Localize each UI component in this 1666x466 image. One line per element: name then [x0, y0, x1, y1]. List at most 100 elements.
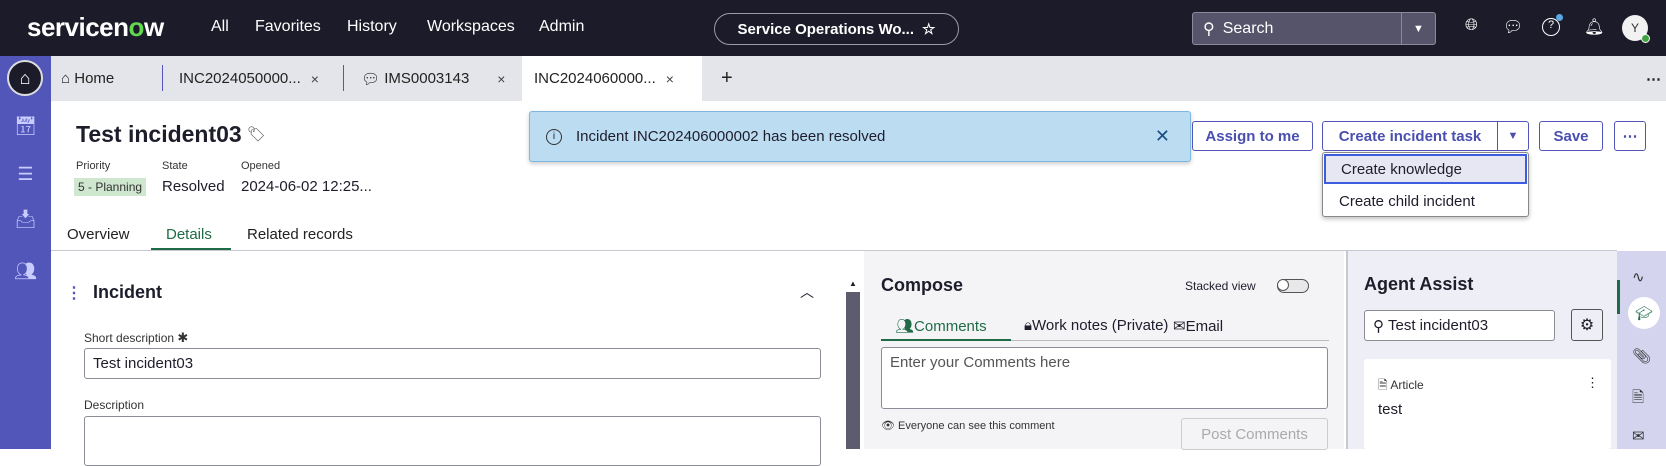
nav-workspaces[interactable]: Workspaces	[427, 18, 515, 36]
menu-item-create-child-incident[interactable]: Create child incident	[1324, 186, 1527, 216]
workspace-pill[interactable]: Service Operations Wo... ☆	[714, 13, 959, 45]
active-rail-indicator	[1617, 280, 1620, 314]
create-incident-task-button[interactable]: Create incident task	[1322, 121, 1498, 151]
description-textarea[interactable]	[84, 416, 821, 466]
document-icon: 🗎	[1378, 378, 1391, 392]
avatar[interactable]: Y	[1622, 15, 1650, 43]
tab-overflow-button[interactable]: ⋯	[1646, 56, 1661, 101]
article-title[interactable]: test	[1378, 401, 1402, 418]
tag-icon[interactable]: 🏷︎	[247, 125, 266, 143]
search-dropdown-icon[interactable]: ▼	[1401, 13, 1435, 44]
tab-label: Work notes (Private)	[1031, 317, 1169, 334]
tab-label: INC2024050000...	[179, 70, 301, 87]
tab-bar: ⌂ Home INC2024050000... × 💬︎ IMS0003143 × …	[51, 56, 1666, 101]
close-icon[interactable]: ×	[497, 71, 505, 87]
scroll-up-icon[interactable]: ▲	[849, 279, 857, 288]
nav-history[interactable]: History	[347, 18, 397, 36]
tab-comments[interactable]: 👥︎Comments	[895, 317, 987, 335]
collapse-chevron-icon[interactable]: ︿	[800, 282, 814, 302]
article-card[interactable]: 🗎 Article ⋮ test	[1364, 359, 1611, 449]
opened-label: Opened	[241, 160, 281, 172]
close-icon[interactable]: ✕	[1155, 126, 1170, 147]
agent-assist-title: Agent Assist	[1364, 274, 1474, 294]
post-comments-button[interactable]: Post Comments	[1181, 418, 1328, 450]
activity-icon[interactable]: ∿	[1632, 268, 1645, 286]
list-icon[interactable]: ☰	[9, 158, 42, 191]
card-menu-icon[interactable]: ⋮	[1586, 375, 1599, 391]
new-tab-button[interactable]: +	[721, 56, 733, 101]
tab-email[interactable]: ✉Email	[1173, 317, 1223, 335]
document-icon[interactable]: 🗎	[1632, 387, 1644, 412]
toggle-knob	[1277, 279, 1289, 291]
servicenow-logo[interactable]: servicenow	[27, 12, 164, 43]
online-status-icon	[1641, 34, 1650, 43]
tab-work-notes[interactable]: 🔒︎Work notes (Private)	[1024, 317, 1168, 334]
graduation-cap-icon[interactable]: 🎓︎	[1628, 297, 1660, 329]
tab-label: Comments	[914, 318, 987, 335]
nav-all[interactable]: All	[211, 18, 229, 36]
paperclip-icon[interactable]: 📎︎	[1632, 347, 1651, 365]
assist-search-input[interactable]: ⚲ Test incident03	[1364, 310, 1555, 341]
global-search[interactable]: ⚲ Search ▼	[1192, 12, 1436, 45]
tab-label: Email	[1185, 318, 1224, 335]
info-icon: i	[546, 128, 562, 145]
priority-label: Priority	[76, 160, 111, 172]
workspace-name: Service Operations Wo...	[737, 20, 914, 38]
page-title: Test incident03	[76, 121, 242, 147]
tab-details[interactable]: Details	[166, 226, 212, 243]
priority-badge: 5 - Planning	[74, 178, 147, 196]
toast-message: Incident INC202406000002 has been resolv…	[576, 128, 886, 145]
calendar-clock-icon[interactable]: 📅︎	[9, 110, 42, 143]
chat-icon[interactable]: 💬︎	[1503, 17, 1523, 37]
notification-dot	[1556, 14, 1563, 21]
tab-ims0003143[interactable]: 💬︎ IMS0003143 ×	[361, 56, 505, 101]
tab-home[interactable]: ⌂ Home	[61, 56, 114, 101]
description-label: Description	[84, 398, 145, 412]
home-icon: ⌂	[61, 70, 75, 87]
assign-to-me-button[interactable]: Assign to me	[1192, 121, 1313, 151]
lock-icon: 🔒︎	[1024, 317, 1032, 334]
bell-icon[interactable]: 🔔︎	[1584, 17, 1604, 37]
menu-item-create-knowledge[interactable]: Create knowledge	[1324, 154, 1527, 184]
tab-related-records[interactable]: Related records	[247, 226, 353, 243]
assist-search-value: Test incident03	[1388, 317, 1489, 334]
comments-textarea[interactable]: Enter your Comments here	[881, 347, 1328, 409]
eye-icon: 👁︎	[881, 420, 899, 432]
inbox-icon[interactable]: 📥︎	[9, 203, 42, 236]
groups-icon[interactable]: 👥︎	[9, 255, 42, 288]
stacked-view-toggle[interactable]	[1277, 279, 1309, 293]
short-description-input[interactable]: Test incident03	[84, 348, 821, 379]
mail-plus-icon[interactable]: ✉	[1632, 427, 1645, 445]
nav-admin[interactable]: Admin	[539, 18, 584, 36]
more-actions-button[interactable]: ⋯	[1614, 121, 1646, 151]
success-toast: i Incident INC202406000002 has been resol…	[529, 111, 1191, 162]
state-label: State	[162, 160, 188, 172]
close-icon[interactable]: ×	[666, 71, 674, 87]
search-icon: ⚲	[1373, 317, 1384, 335]
section-title: Incident	[93, 282, 163, 302]
opened-value: 2024-06-02 12:25...	[241, 178, 372, 195]
filter-settings-icon[interactable]: ⚙︎	[1571, 309, 1603, 341]
star-icon[interactable]: ☆	[922, 20, 935, 38]
scrollbar[interactable]	[846, 292, 860, 449]
tab-inc-2024060000[interactable]: INC2024060000... ×	[522, 56, 702, 101]
tab-label: Home	[74, 70, 115, 87]
tab-inc-2024050000[interactable]: INC2024050000... ×	[179, 56, 319, 101]
mail-icon: ✉	[1173, 318, 1186, 335]
compose-title: Compose	[881, 275, 964, 295]
nav-favorites[interactable]: Favorites	[255, 18, 321, 36]
label-text: Short description	[84, 331, 175, 345]
globe-icon[interactable]: 🌐︎	[1465, 17, 1478, 35]
visibility-text: Everyone can see this comment	[898, 420, 1055, 432]
tab-overview[interactable]: Overview	[67, 226, 130, 243]
state-value: Resolved	[162, 178, 225, 195]
save-button[interactable]: Save	[1539, 121, 1603, 151]
people-icon: 👥︎	[895, 318, 915, 335]
tab-separator	[162, 65, 163, 91]
home-icon[interactable]: ⌂	[7, 60, 43, 96]
article-type: 🗎 Article	[1378, 376, 1424, 397]
close-icon[interactable]: ×	[311, 71, 319, 87]
section-drag-handle-icon[interactable]: ⋮	[66, 283, 82, 303]
search-input[interactable]: Search	[1223, 20, 1274, 38]
chevron-down-icon[interactable]: ▼	[1497, 121, 1529, 151]
